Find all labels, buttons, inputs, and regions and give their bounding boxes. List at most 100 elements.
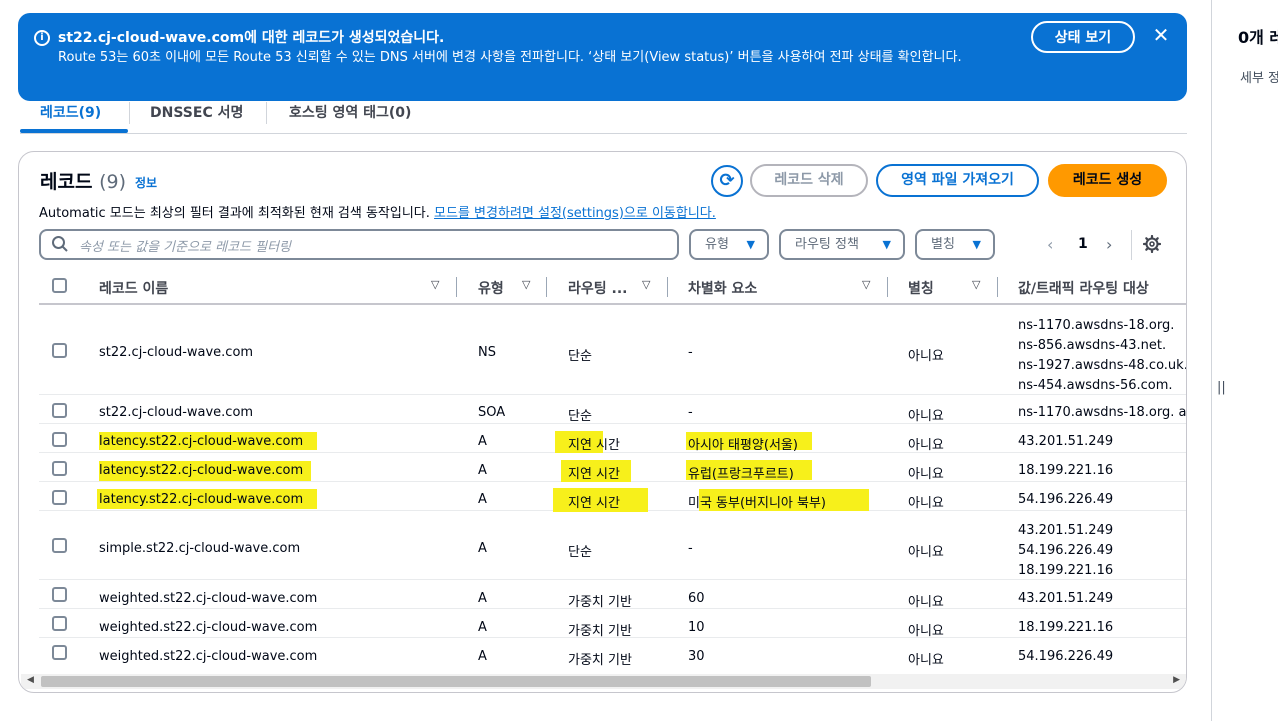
differentiator: 아시아 태평양(서울) xyxy=(688,438,798,453)
differentiator: - xyxy=(688,541,693,556)
search-mode-description: Automatic 모드는 최상의 필터 결과에 최적화된 현재 검색 동작입니… xyxy=(39,202,716,221)
differentiator: 미국 동부(버지니아 북부) xyxy=(688,496,827,511)
table-row[interactable]: simple.st22.cj-cloud-wave.com A 단순 - 아니요… xyxy=(39,511,1186,580)
resize-handle-icon[interactable]: || xyxy=(1217,380,1226,395)
column-resizer[interactable] xyxy=(546,277,547,297)
gear-icon[interactable] xyxy=(1143,235,1161,253)
table-row[interactable]: st22.cj-cloud-wave.com NS 단순 - 아니요 ns-11… xyxy=(39,307,1187,395)
active-tab-indicator xyxy=(20,129,128,133)
row-checkbox[interactable] xyxy=(52,343,67,358)
row-checkbox[interactable] xyxy=(52,538,67,553)
table-row[interactable]: weighted.st22.cj-cloud-wave.com A 가중치 기반… xyxy=(39,580,1186,610)
next-page-icon[interactable]: › xyxy=(1106,235,1112,254)
record-value: 54.196.226.49 xyxy=(1018,492,1114,507)
record-filter-input[interactable]: 속성 또는 값을 기준으로 레코드 필터링 xyxy=(39,229,679,260)
table-row[interactable]: weighted.st22.cj-cloud-wave.com A 가중치 기반… xyxy=(39,638,1186,668)
row-checkbox[interactable] xyxy=(52,461,67,476)
success-notification: i st22.cj-cloud-wave.com에 대한 레코드가 생성되었습니… xyxy=(18,13,1187,101)
type-filter-select[interactable]: 유형 ▼ xyxy=(689,229,769,260)
delete-records-button[interactable]: 레코드 삭제 xyxy=(750,164,868,197)
alias: 아니요 xyxy=(908,438,944,453)
column-header-type[interactable]: 유형 xyxy=(478,278,504,298)
view-status-button[interactable]: 상태 보기 xyxy=(1031,21,1135,53)
routing-policy: 단순 xyxy=(568,545,592,560)
caret-down-icon: ▼ xyxy=(882,238,891,251)
scroll-left-icon[interactable]: ◀ xyxy=(27,675,34,685)
row-checkbox[interactable] xyxy=(52,645,67,660)
previous-page-icon[interactable]: ‹ xyxy=(1047,235,1053,254)
record-name[interactable]: latency.st22.cj-cloud-wave.com xyxy=(99,463,303,478)
column-resizer[interactable] xyxy=(456,277,457,297)
select-all-checkbox[interactable] xyxy=(52,278,67,293)
routing-policy: 단순 xyxy=(568,409,592,424)
record-name[interactable]: weighted.st22.cj-cloud-wave.com xyxy=(99,591,317,606)
table-row[interactable]: st22.cj-cloud-wave.com SOA 단순 - 아니요 ns-1… xyxy=(39,395,1186,424)
search-placeholder: 속성 또는 값을 기준으로 레코드 필터링 xyxy=(79,240,292,255)
record-value: 43.201.51.249 xyxy=(1018,434,1114,449)
row-checkbox[interactable] xyxy=(52,616,67,631)
alias-filter-select[interactable]: 별칭 ▼ xyxy=(915,229,995,260)
sort-icon[interactable]: ▽ xyxy=(862,278,870,291)
alias: 아니요 xyxy=(908,409,944,424)
scroll-right-icon[interactable]: ▶ xyxy=(1173,675,1180,685)
record-name[interactable]: weighted.st22.cj-cloud-wave.com xyxy=(99,620,317,635)
tab-dnssec[interactable]: DNSSEC 서명 xyxy=(150,102,243,130)
tab-records[interactable]: 레코드(9) xyxy=(40,102,101,130)
notification-message: Route 53는 60초 이내에 모든 Route 53 신뢰할 수 있는 D… xyxy=(58,50,962,65)
table-row[interactable]: weighted.st22.cj-cloud-wave.com A 가중치 기반… xyxy=(39,609,1186,639)
record-name[interactable]: st22.cj-cloud-wave.com xyxy=(99,405,253,420)
sort-icon[interactable]: ▽ xyxy=(642,278,650,291)
row-checkbox[interactable] xyxy=(52,587,67,602)
refresh-button[interactable]: ⟳ xyxy=(711,165,743,197)
record-name[interactable]: weighted.st22.cj-cloud-wave.com xyxy=(99,649,317,664)
info-link[interactable]: 정보 xyxy=(135,174,157,191)
routing-policy: 지연 시간 xyxy=(568,467,620,482)
row-checkbox[interactable] xyxy=(52,403,67,418)
sort-icon[interactable]: ▽ xyxy=(522,278,530,291)
column-header-alias[interactable]: 별칭 xyxy=(908,278,934,298)
column-resizer[interactable] xyxy=(667,277,668,297)
row-checkbox[interactable] xyxy=(52,432,67,447)
differentiator: 60 xyxy=(688,591,705,606)
record-value: ns-1927.awsdns-48.co.uk. xyxy=(1018,358,1187,373)
routing-policy-filter-select[interactable]: 라우팅 정책 ▼ xyxy=(779,229,905,260)
column-header-differentiator[interactable]: 차별화 요소 xyxy=(688,278,757,298)
record-value: ns-1170.awsdns-18.org. xyxy=(1018,318,1175,333)
sort-icon[interactable]: ▽ xyxy=(972,278,980,291)
column-resizer[interactable] xyxy=(887,277,888,297)
record-type: A xyxy=(478,492,487,507)
record-type: A xyxy=(478,620,487,635)
tab-hosted-zone-tags[interactable]: 호스팅 영역 태그(0) xyxy=(289,102,411,130)
pager-divider xyxy=(1131,230,1132,260)
column-header-value[interactable]: 값/트래픽 라우팅 대상 xyxy=(1018,278,1149,298)
column-resizer[interactable] xyxy=(997,277,998,297)
filter-label: 유형 xyxy=(705,237,729,252)
record-name[interactable]: latency.st22.cj-cloud-wave.com xyxy=(99,434,303,449)
sort-icon[interactable]: ▽ xyxy=(431,278,439,291)
current-page[interactable]: 1 xyxy=(1078,236,1088,252)
record-value: 54.196.226.49 xyxy=(1018,543,1114,558)
filter-label: 라우팅 정책 xyxy=(795,237,859,252)
scrollbar-thumb[interactable] xyxy=(41,676,871,687)
create-record-button[interactable]: 레코드 생성 xyxy=(1048,164,1167,197)
row-checkbox[interactable] xyxy=(52,490,67,505)
settings-link[interactable]: 모드를 변경하려면 설정(settings)으로 이동합니다. xyxy=(434,206,716,221)
column-header-routing-policy[interactable]: 라우팅 ... xyxy=(568,278,627,298)
table-row[interactable]: latency.st22.cj-cloud-wave.com A 지연 시간 미… xyxy=(39,482,1186,512)
close-icon[interactable]: ✕ xyxy=(1150,24,1172,46)
record-name[interactable]: simple.st22.cj-cloud-wave.com xyxy=(99,541,300,556)
table-row[interactable]: latency.st22.cj-cloud-wave.com A 지연 시간 아… xyxy=(39,424,1186,453)
record-type: SOA xyxy=(478,405,506,420)
table-row[interactable]: latency.st22.cj-cloud-wave.com A 지연 시간 유… xyxy=(39,453,1186,482)
record-type: A xyxy=(478,463,487,478)
column-header-record-name[interactable]: 레코드 이름 xyxy=(99,278,168,298)
alias: 아니요 xyxy=(908,467,944,482)
alias: 아니요 xyxy=(908,595,944,610)
tab-divider xyxy=(266,102,267,124)
record-name[interactable]: latency.st22.cj-cloud-wave.com xyxy=(99,492,303,507)
record-name[interactable]: st22.cj-cloud-wave.com xyxy=(99,345,253,360)
routing-policy: 지연 시간 xyxy=(568,438,620,453)
info-icon: i xyxy=(34,30,50,46)
import-zone-file-button[interactable]: 영역 파일 가져오기 xyxy=(876,164,1039,197)
horizontal-scrollbar[interactable]: ◀ ▶ xyxy=(21,674,1186,689)
